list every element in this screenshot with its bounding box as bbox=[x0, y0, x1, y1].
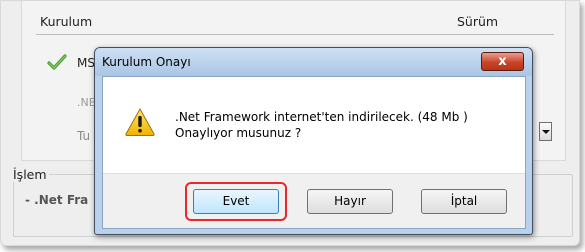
row-label-tu: Tu bbox=[77, 129, 91, 143]
dialog-body: .Net Framework internet'ten indirilecek.… bbox=[102, 76, 526, 229]
confirmation-dialog: Kurulum Onayı x .Net Framework internet'… bbox=[94, 47, 533, 235]
close-icon: x bbox=[498, 54, 507, 69]
dialog-button-bar: Evet Hayır İptal bbox=[103, 173, 525, 228]
row-label-ms: MS bbox=[77, 56, 95, 70]
column-header-kurulum: Kurulum bbox=[40, 14, 93, 29]
close-button[interactable]: x bbox=[481, 52, 524, 71]
column-header-surum: Sürüm bbox=[457, 14, 499, 29]
dialog-title: Kurulum Onayı bbox=[102, 55, 191, 69]
evet-button-label: Evet bbox=[222, 194, 250, 208]
hayir-button[interactable]: Hayır bbox=[307, 189, 393, 214]
dialog-titlebar[interactable]: Kurulum Onayı x bbox=[95, 48, 532, 76]
warning-icon bbox=[125, 107, 155, 136]
iptal-button-label: İptal bbox=[450, 194, 478, 208]
row-label-net: .NE bbox=[77, 96, 96, 109]
islem-title: İşlem bbox=[13, 167, 49, 182]
evet-button[interactable]: Evet bbox=[193, 189, 279, 214]
header-divider bbox=[36, 34, 554, 35]
hayir-button-label: Hayır bbox=[334, 194, 366, 208]
dialog-message-line1: .Net Framework internet'ten indirilecek.… bbox=[175, 110, 468, 124]
islem-log-line: - .Net Fra bbox=[25, 193, 89, 207]
dialog-message-line2: Onaylıyor musunuz ? bbox=[175, 126, 302, 140]
checkmark-icon bbox=[47, 54, 67, 70]
iptal-button[interactable]: İptal bbox=[421, 189, 507, 214]
combo-dropdown-button[interactable] bbox=[539, 122, 552, 141]
